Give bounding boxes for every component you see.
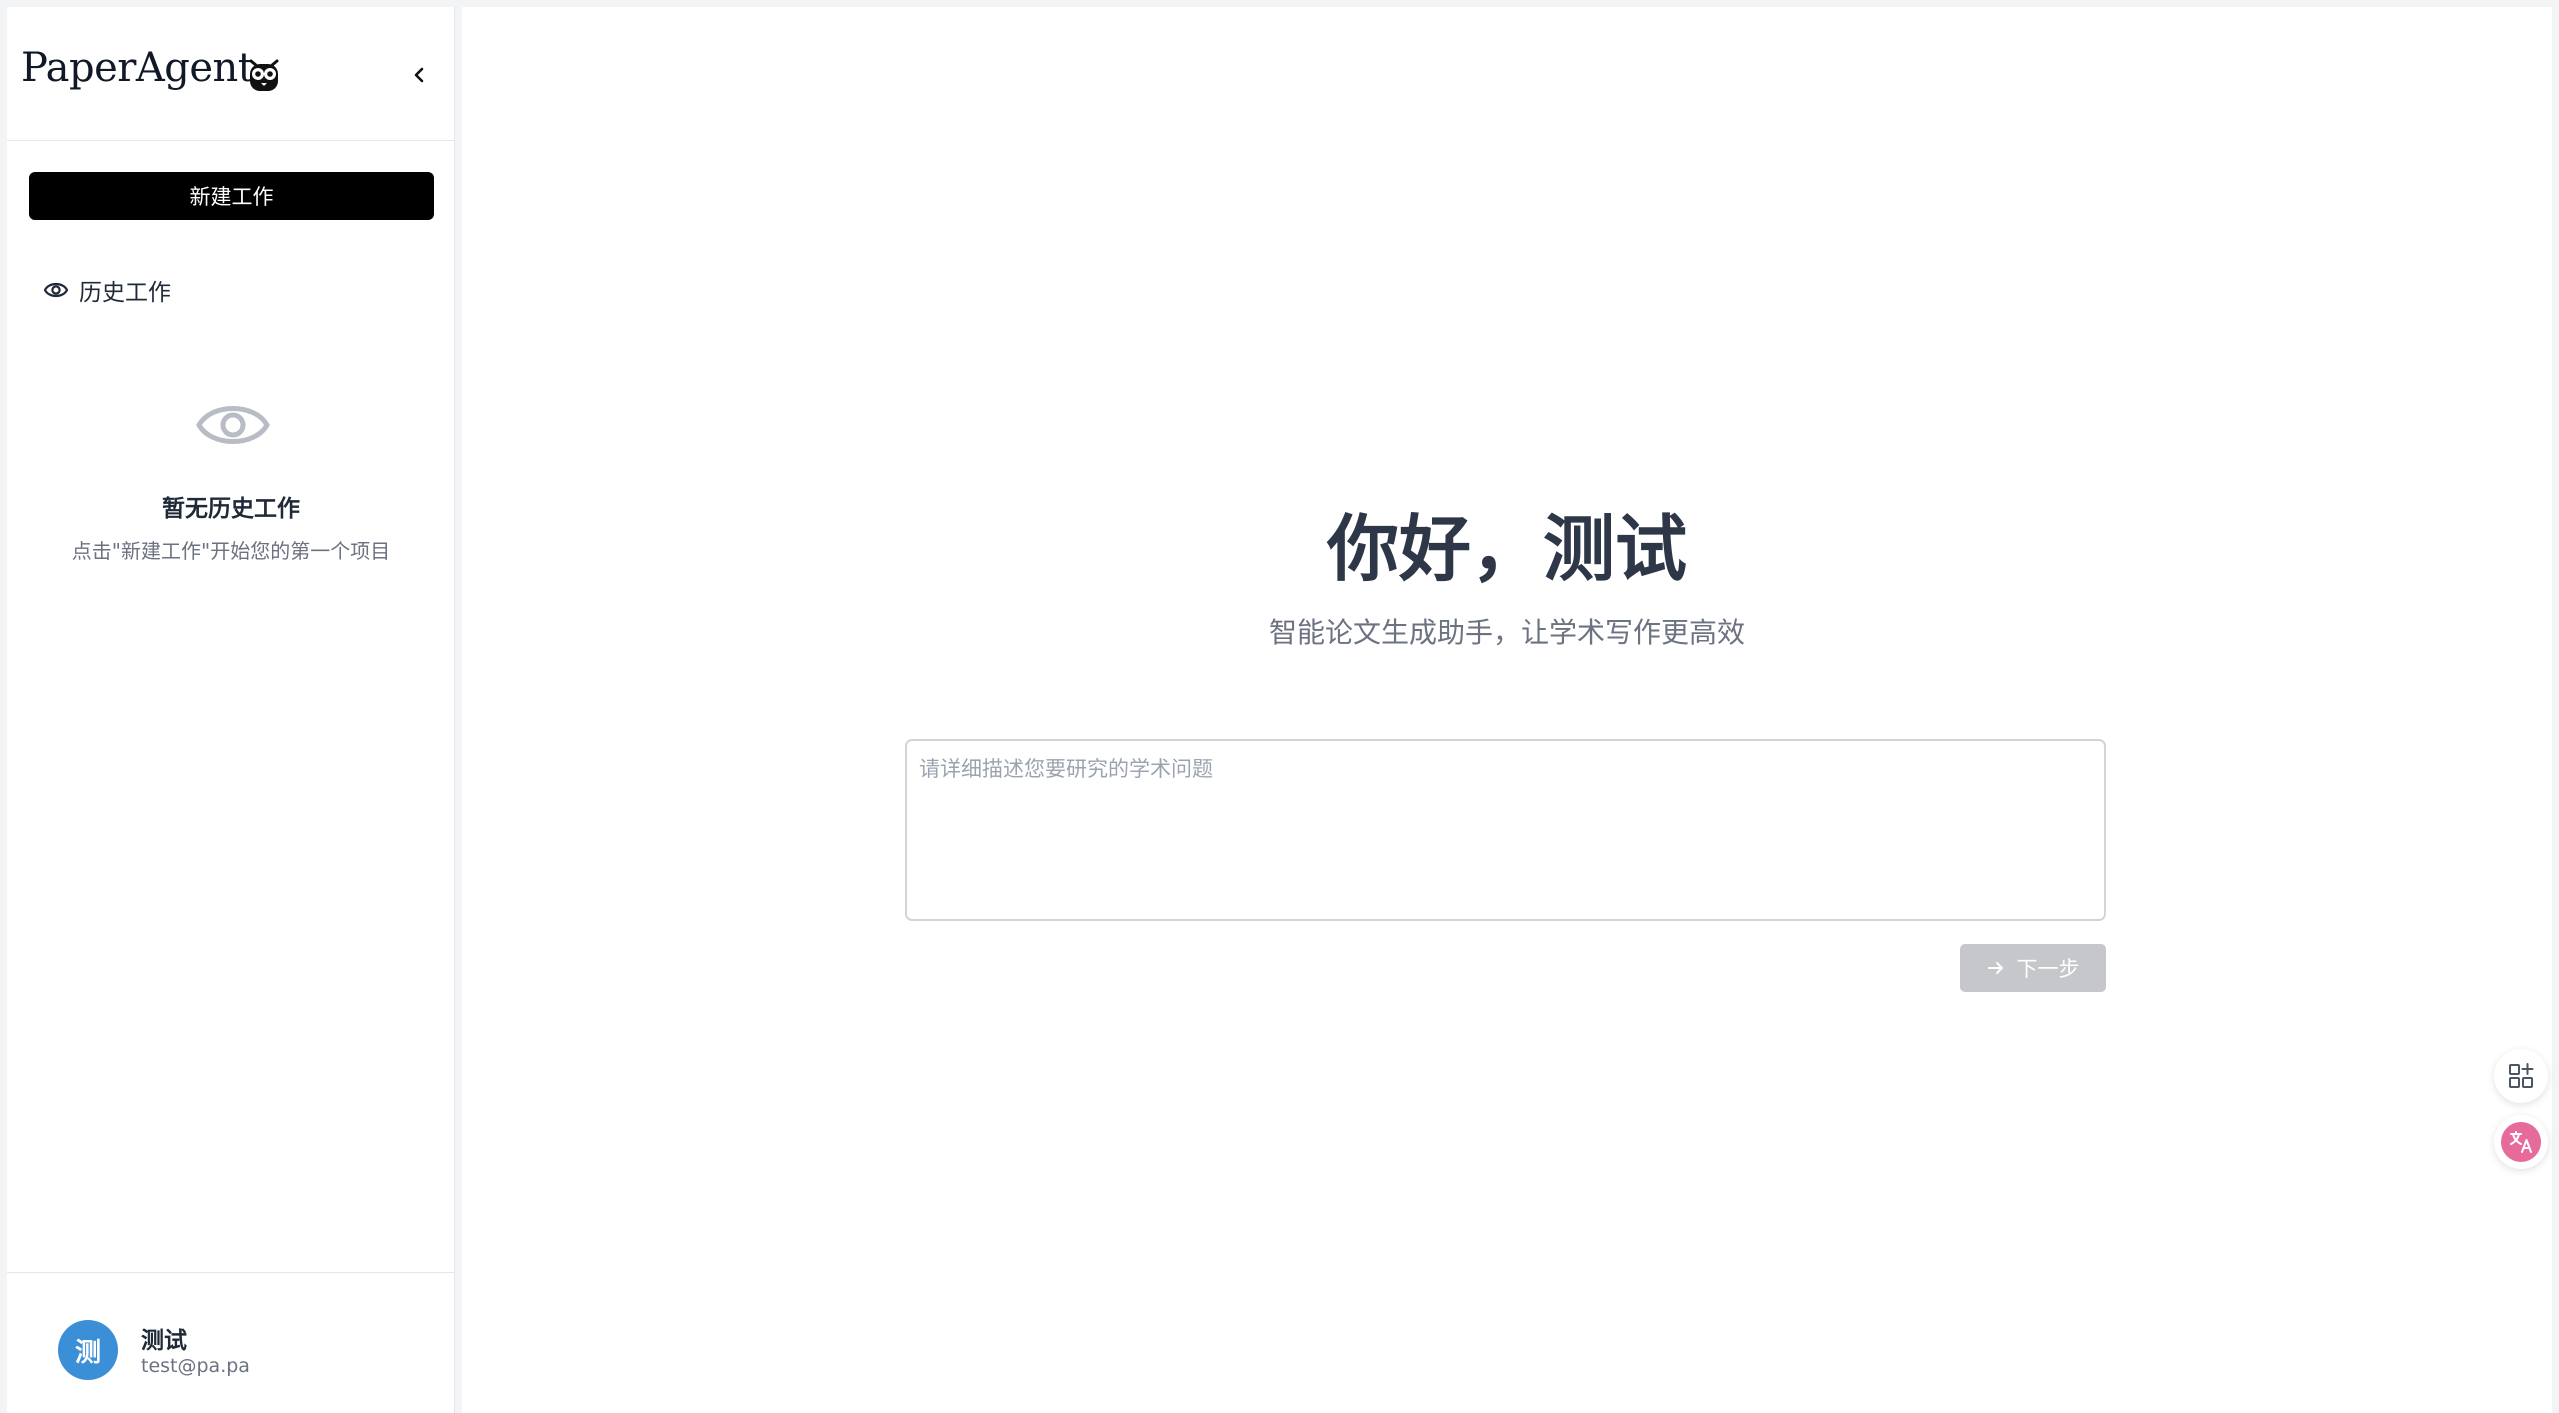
chevron-left-icon[interactable] bbox=[407, 63, 431, 87]
empty-eye-icon bbox=[196, 406, 270, 444]
new-work-button[interactable]: 新建工作 bbox=[29, 172, 434, 220]
greeting-subtitle: 智能论文生成助手，让学术写作更高效 bbox=[1268, 616, 1745, 649]
history-work-link[interactable]: 历史工作 bbox=[43, 272, 171, 308]
empty-history-subtitle: 点击"新建工作"开始您的第一个项目 bbox=[71, 539, 391, 563]
user-profile[interactable]: 测 测试 test@pa.pa bbox=[7, 1272, 455, 1413]
owl-icon bbox=[249, 59, 279, 91]
apps-float-button[interactable] bbox=[2494, 1049, 2548, 1103]
user-email: test@pa.pa bbox=[141, 1355, 250, 1377]
greeting-title: 你好，测试 bbox=[1326, 506, 1687, 591]
app: PaperAgent 新建工作 历史工作 暂无历史工作 点击"新建工作"开始您的… bbox=[0, 0, 2559, 1413]
eye-icon bbox=[43, 282, 69, 298]
sidebar-header: PaperAgent bbox=[7, 7, 454, 141]
next-step-button[interactable]: 下一步 bbox=[1960, 944, 2106, 992]
app-logo: PaperAgent bbox=[21, 45, 254, 91]
user-name: 测试 bbox=[141, 1328, 187, 1354]
next-step-label: 下一步 bbox=[2016, 957, 2080, 981]
arrow-right-icon bbox=[1987, 962, 2003, 974]
translate-icon bbox=[2501, 1122, 2541, 1162]
empty-history-title: 暂无历史工作 bbox=[162, 496, 300, 522]
main-content: 你好，测试 智能论文生成助手，让学术写作更高效 下一步 bbox=[462, 7, 2552, 1413]
translate-float-button[interactable] bbox=[2494, 1115, 2548, 1169]
apps-icon bbox=[2509, 1063, 2534, 1088]
research-question-input[interactable] bbox=[905, 739, 2106, 921]
avatar: 测 bbox=[58, 1320, 118, 1380]
history-work-label: 历史工作 bbox=[79, 280, 171, 306]
sidebar: PaperAgent 新建工作 历史工作 暂无历史工作 点击"新建工作"开始您的… bbox=[7, 7, 455, 1413]
